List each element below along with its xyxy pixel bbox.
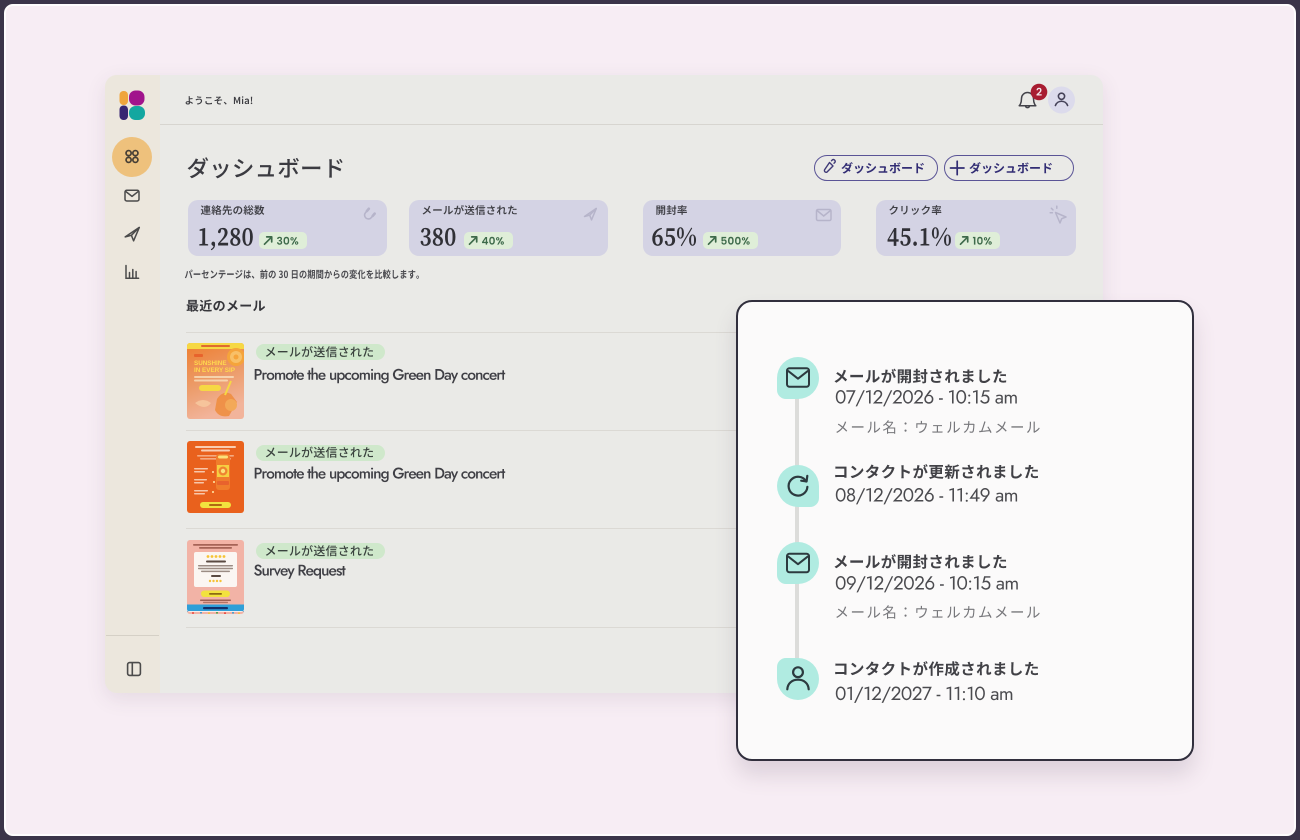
svg-text:IN EVERY SIP: IN EVERY SIP [194, 367, 235, 374]
svg-text:SUNSHINE: SUNSHINE [194, 360, 227, 367]
